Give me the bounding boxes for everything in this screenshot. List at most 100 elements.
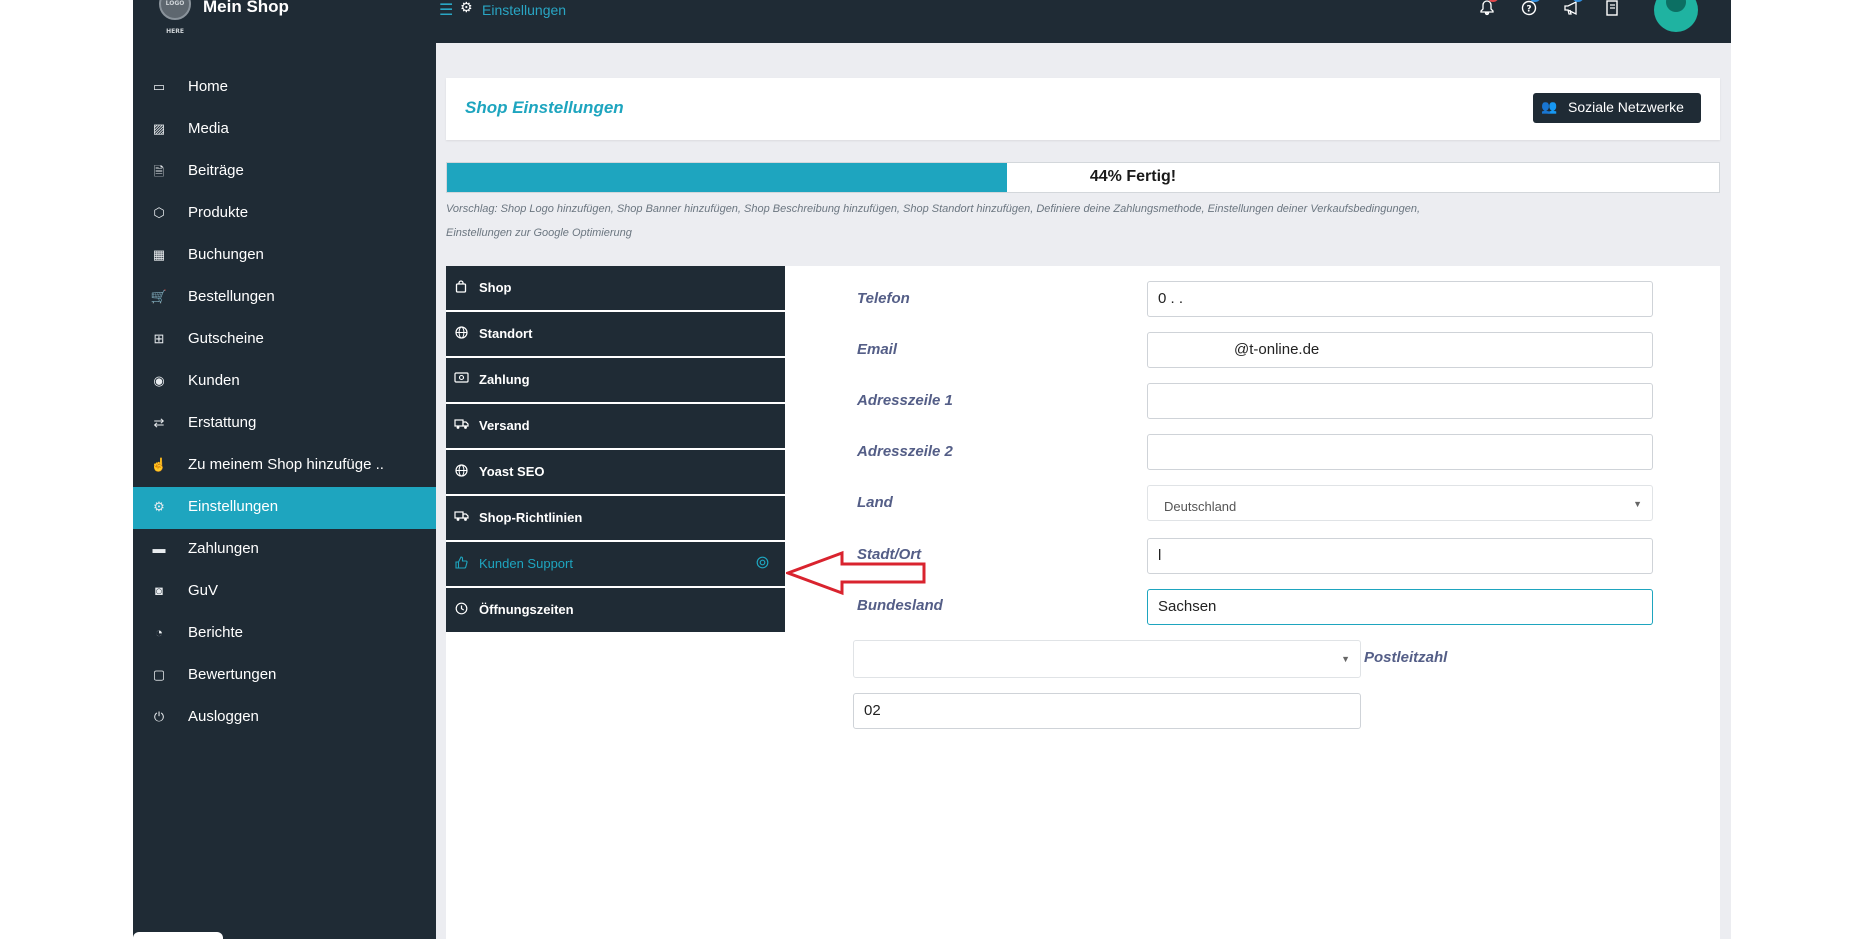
- social-networks-button[interactable]: 👥 Soziale Netzwerke: [1533, 93, 1701, 123]
- user-circle-icon: ◉: [153, 373, 165, 388]
- hamburger-menu-icon[interactable]: ☰: [439, 0, 453, 19]
- postleitzahl-field[interactable]: 02: [853, 693, 1361, 729]
- pie-chart-icon: ◔: [155, 625, 163, 640]
- sidebar-item-label: Kunden: [188, 372, 240, 389]
- book-icon[interactable]: [1602, 0, 1622, 20]
- tab-oeffnungszeiten[interactable]: Öffnungszeiten: [446, 588, 785, 633]
- sidebar-item-label: Bewertungen: [188, 666, 277, 683]
- chevron-down-icon: ▼: [1633, 499, 1642, 509]
- thumbs-up-icon: [454, 556, 468, 572]
- sidebar: ▭ Home ▨ Media 🗎 Beiträge ⬡ Produkte ▦ B…: [133, 43, 436, 939]
- sidebar-item-label: Gutscheine: [188, 330, 264, 347]
- calendar-icon: ▦: [152, 247, 166, 262]
- sidebar-item-zahlungen[interactable]: ▬ Zahlungen: [133, 529, 436, 571]
- adresse2-field[interactable]: [1147, 434, 1653, 470]
- gears-icon: ⚙: [153, 499, 165, 514]
- tab-shop-richtlinien[interactable]: Shop-Richtlinien: [446, 496, 785, 541]
- chevron-down-icon: ▼: [1341, 654, 1350, 664]
- sidebar-item-kunden[interactable]: ◉ Kunden: [133, 361, 436, 403]
- money-bill-icon: ◙: [155, 583, 163, 598]
- megaphone-icon[interactable]: 0: [1562, 0, 1584, 20]
- sidebar-item-erstattung[interactable]: ⇄ Erstattung: [133, 403, 436, 445]
- sidebar-item-zu-meinem-shop[interactable]: ☝ Zu meinem Shop hinzufüge ..: [133, 445, 436, 487]
- annotation-arrow: [786, 550, 926, 596]
- page-header-card: Shop Einstellungen 👥 Soziale Netzwerke: [446, 78, 1720, 140]
- postleitzahl-label: Postleitzahl: [1364, 649, 1448, 666]
- telefon-label: Telefon: [857, 290, 910, 307]
- sidebar-item-label: Produkte: [188, 204, 249, 221]
- user-avatar[interactable]: [1654, 0, 1698, 32]
- tab-standort[interactable]: Standort: [446, 312, 785, 357]
- sidebar-item-guv[interactable]: ◙ GuV: [133, 571, 436, 613]
- hand-pointer-icon: ☝: [150, 457, 168, 472]
- globe-icon: [454, 464, 468, 480]
- svg-text:?: ?: [1526, 5, 1531, 15]
- top-bar: LOGO HERE Mein Shop ☰ ⚙ Einstellungen 1 …: [133, 0, 1731, 43]
- target-icon: [756, 556, 769, 572]
- tab-yoast-seo[interactable]: Yoast SEO: [446, 450, 785, 495]
- stadt-field[interactable]: l: [1147, 538, 1653, 574]
- help-icon[interactable]: ? 0: [1519, 0, 1541, 20]
- tab-label: Yoast SEO: [479, 464, 545, 479]
- adresse1-field[interactable]: [1147, 383, 1653, 419]
- sidebar-item-label: Media: [188, 120, 229, 137]
- settings-icon: ⚙: [460, 0, 473, 16]
- cart-icon: 🛒: [150, 289, 168, 304]
- bundesland-field[interactable]: Sachsen: [1147, 589, 1653, 625]
- sidebar-item-beitraege[interactable]: 🗎 Beiträge: [133, 151, 436, 193]
- truck-icon: [454, 418, 469, 433]
- sidebar-item-label: Beiträge: [188, 162, 244, 179]
- notification-bell-icon[interactable]: 1: [1477, 0, 1499, 20]
- sidebar-item-einstellungen[interactable]: ⚙ Einstellungen: [133, 487, 436, 529]
- land-label: Land: [857, 494, 893, 511]
- adresse2-label: Adresszeile 2: [857, 443, 953, 460]
- adresse1-label: Adresszeile 1: [857, 392, 953, 409]
- tab-label: Shop-Richtlinien: [479, 510, 583, 525]
- breadcrumb[interactable]: Einstellungen: [482, 2, 566, 18]
- land-select[interactable]: Deutschland ▼: [1147, 485, 1653, 521]
- telefon-field[interactable]: 0 . .: [1147, 281, 1653, 317]
- bundesland-label: Bundesland: [857, 597, 943, 614]
- sidebar-item-label: Berichte: [188, 624, 244, 641]
- shop-logo[interactable]: LOGO HERE: [159, 0, 191, 35]
- globe-icon: [454, 326, 468, 342]
- land-selected-value: Deutschland: [1164, 499, 1237, 514]
- refund-icon: ⇄: [153, 415, 165, 430]
- sidebar-item-bestellungen[interactable]: 🛒 Bestellungen: [133, 277, 436, 319]
- sidebar-item-gutscheine[interactable]: ⊞ Gutscheine: [133, 319, 436, 361]
- users-icon: 👥: [1541, 99, 1558, 114]
- social-networks-label: Soziale Netzwerke: [1568, 99, 1684, 115]
- tab-shop[interactable]: Shop: [446, 266, 785, 311]
- shop-title[interactable]: Mein Shop: [203, 0, 289, 17]
- extra-select[interactable]: ▼: [853, 640, 1361, 678]
- tab-versand[interactable]: Versand: [446, 404, 785, 449]
- tab-label: Standort: [479, 326, 533, 341]
- power-icon: ⏻: [153, 709, 165, 724]
- sidebar-item-home[interactable]: ▭ Home: [133, 67, 436, 109]
- sidebar-item-label: Bestellungen: [188, 288, 275, 305]
- page-title: Shop Einstellungen: [465, 98, 624, 117]
- image-icon: ▨: [152, 121, 166, 136]
- money-icon: [454, 372, 469, 386]
- sidebar-item-label: Ausloggen: [188, 708, 259, 725]
- laptop-icon: ▭: [152, 79, 166, 94]
- box-icon: ⬡: [153, 205, 165, 220]
- tab-zahlung[interactable]: Zahlung: [446, 358, 785, 403]
- gift-icon: ⊞: [153, 331, 165, 346]
- sidebar-item-label: Zu meinem Shop hinzufüge ..: [188, 456, 384, 473]
- clock-icon: [454, 602, 468, 618]
- suggestion-text: Vorschlag: Shop Logo hinzufügen, Shop Ba…: [446, 203, 1420, 239]
- sidebar-item-media[interactable]: ▨ Media: [133, 109, 436, 151]
- sidebar-item-ausloggen[interactable]: ⏻ Ausloggen: [133, 697, 436, 739]
- sidebar-item-berichte[interactable]: ◔ Berichte: [133, 613, 436, 655]
- sidebar-item-buchungen[interactable]: ▦ Buchungen: [133, 235, 436, 277]
- sidebar-item-label: Buchungen: [188, 246, 264, 263]
- document-icon: 🗎: [153, 164, 165, 179]
- tab-kunden-support[interactable]: Kunden Support: [446, 542, 785, 587]
- sidebar-item-bewertungen[interactable]: ▢ Bewertungen: [133, 655, 436, 697]
- sidebar-item-label: Zahlungen: [188, 540, 259, 557]
- sidebar-item-produkte[interactable]: ⬡ Produkte: [133, 193, 436, 235]
- email-field[interactable]: @t-online.de: [1147, 332, 1653, 368]
- credit-card-icon: ▬: [152, 541, 166, 556]
- tab-label: Kunden Support: [479, 556, 573, 571]
